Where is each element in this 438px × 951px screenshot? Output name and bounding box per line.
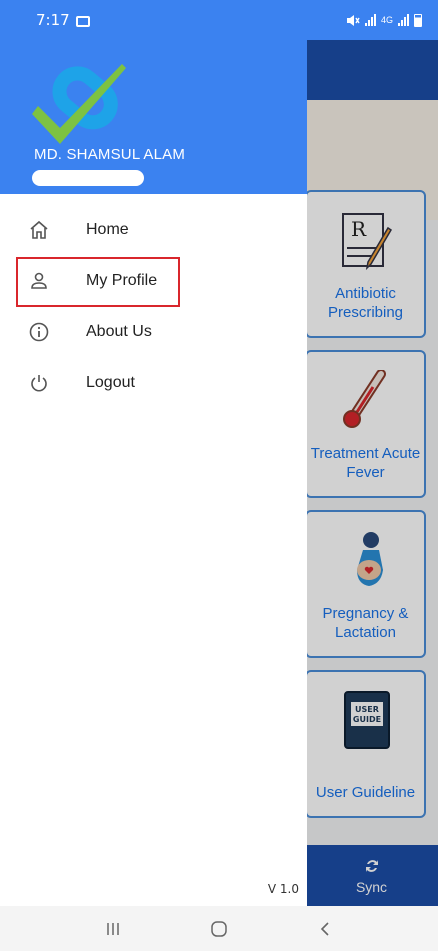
home-icon <box>28 219 50 241</box>
menu-item-my-profile[interactable]: My Profile <box>0 255 307 306</box>
battery-icon <box>414 13 422 27</box>
menu-item-about-us[interactable]: About Us <box>0 306 307 357</box>
recent-apps-button[interactable] <box>93 914 133 944</box>
mute-icon <box>346 14 360 26</box>
signal-icon-2 <box>398 14 409 26</box>
recent-apps-icon <box>107 922 119 935</box>
menu-item-label: About Us <box>86 322 152 340</box>
menu-item-label: Home <box>86 220 129 238</box>
back-button[interactable] <box>305 914 345 944</box>
user-name: MD. SHAMSUL ALAM <box>34 146 186 163</box>
app-version: V 1.0 <box>267 882 299 896</box>
status-time: 7:17 <box>36 11 70 29</box>
signal-icon <box>364 14 376 26</box>
menu-item-label: Logout <box>86 373 135 391</box>
home-button[interactable] <box>199 914 239 944</box>
navigation-drawer: MD. SHAMSUL ALAM 01723550000 Home My Pro… <box>0 40 307 906</box>
menu-item-home[interactable]: Home <box>0 204 307 255</box>
drawer-header: MD. SHAMSUL ALAM 01723550000 <box>0 40 307 194</box>
back-chevron-icon <box>320 921 329 936</box>
drawer-menu: Home My Profile About Us Logout <box>0 194 307 408</box>
power-icon <box>28 372 50 394</box>
phone-redaction-overlay <box>32 170 144 186</box>
menu-item-logout[interactable]: Logout <box>0 357 307 408</box>
network-type-label: 4G <box>380 14 393 25</box>
screen: 7:17 4G R Antibiotic Prescribing Treatme… <box>0 0 438 951</box>
menu-item-label: My Profile <box>86 271 158 289</box>
status-bar: 7:17 4G <box>0 0 438 40</box>
system-nav-bar <box>0 906 438 951</box>
gallery-notification-icon <box>75 15 90 27</box>
app-logo-icon <box>32 64 126 144</box>
home-circle-icon <box>211 920 227 937</box>
person-icon <box>28 270 50 292</box>
info-icon <box>28 321 50 343</box>
status-icons: 4G <box>346 13 422 27</box>
